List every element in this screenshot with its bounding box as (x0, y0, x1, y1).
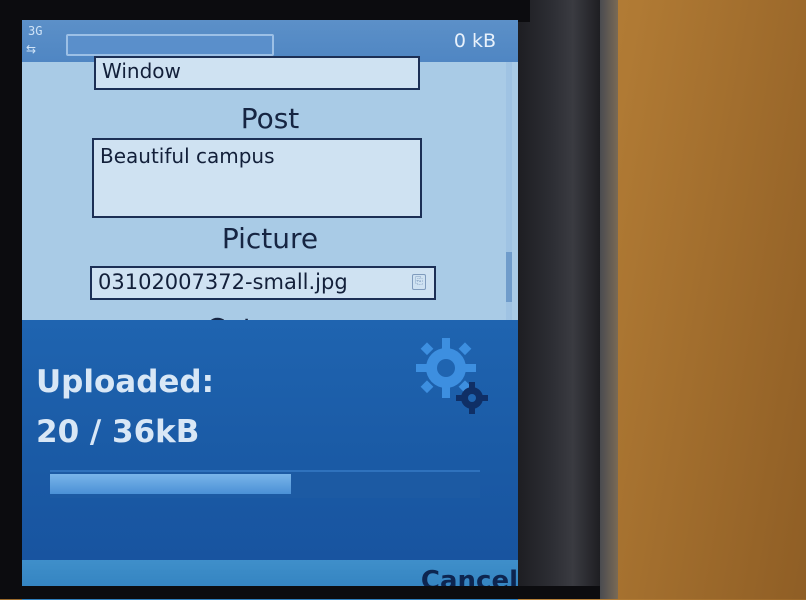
post-form: Window Post Beautiful campus Picture 031… (22, 56, 518, 347)
post-field-value: Beautiful campus (100, 144, 275, 168)
network-indicator: 3G (28, 24, 43, 38)
upload-progress-fill (50, 474, 291, 494)
post-label: Post (240, 102, 300, 135)
phone-edge (600, 0, 618, 599)
scrollbar-track[interactable] (506, 62, 512, 347)
upload-progress-dialog: Uploaded: 20 / 36kB (22, 320, 518, 560)
picture-label: Picture (221, 222, 319, 255)
picture-field[interactable]: 03102007372-small.jpg ⎘ (90, 266, 436, 300)
window-field-value: Window (102, 59, 181, 83)
phone-bezel-top (0, 0, 530, 22)
phone-bezel-left (0, 0, 22, 599)
upload-progress-bar (50, 470, 480, 498)
uploaded-amount: 20 / 36kB (36, 414, 200, 450)
attachment-icon[interactable]: ⎘ (412, 274, 426, 290)
signal-bar (66, 34, 274, 56)
picture-field-value: 03102007372-small.jpg (98, 270, 348, 294)
scrollbar-thumb[interactable] (506, 252, 512, 302)
uploaded-title: Uploaded: (36, 364, 215, 400)
phone-bezel-bottom (0, 586, 600, 599)
window-field[interactable]: Window (94, 56, 420, 90)
data-counter: 0 kB (453, 30, 496, 52)
post-field[interactable]: Beautiful campus (92, 138, 422, 218)
gear-icon (416, 338, 488, 414)
phone-screen: 3G ⇆ 0 kB Window Post Beautiful campus P… (22, 20, 518, 600)
phone-body (510, 0, 600, 599)
data-arrows-icon: ⇆ (26, 42, 37, 56)
